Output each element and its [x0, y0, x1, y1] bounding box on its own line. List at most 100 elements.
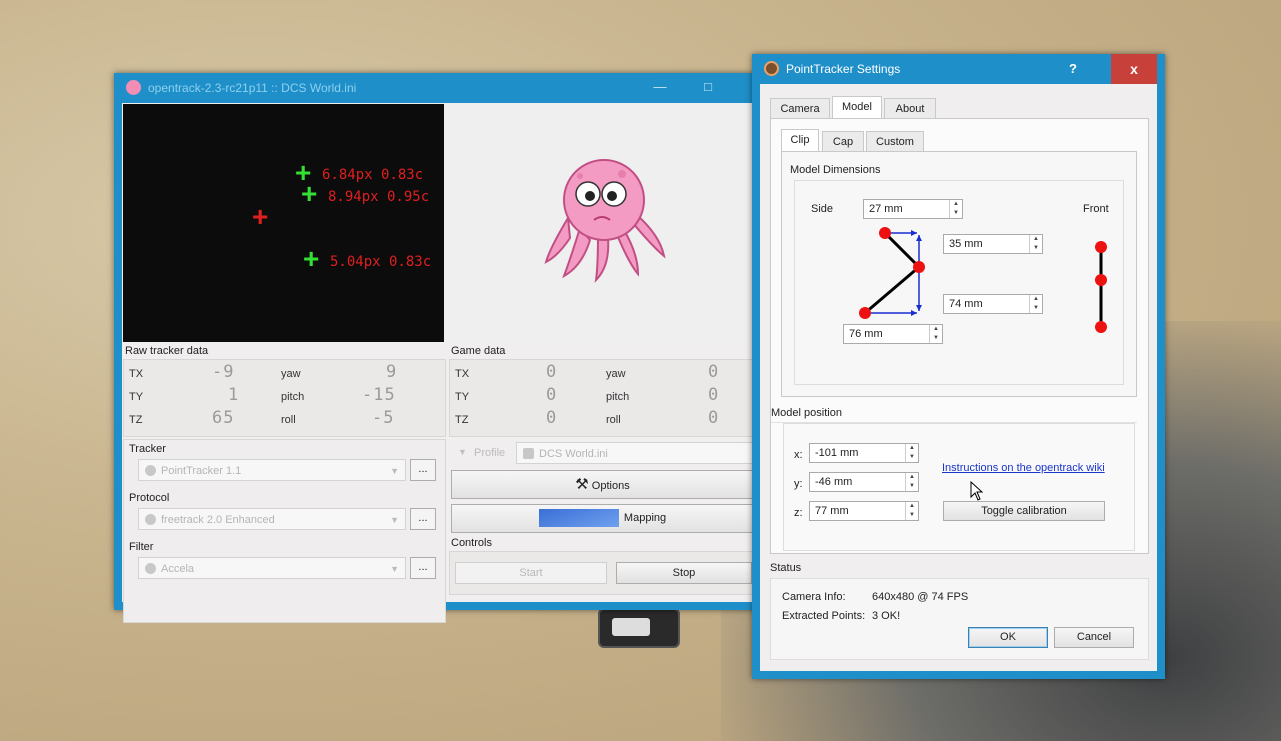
raw-tz-label: TZ — [129, 414, 143, 426]
point-label: 5.04px 0.83c — [330, 254, 432, 270]
raw-tz-value: 65 — [212, 408, 235, 428]
mapping-button-label: Mapping — [623, 512, 667, 524]
close-button[interactable]: x — [1111, 54, 1157, 84]
game-roll-label: roll — [606, 414, 621, 426]
z-label: z: — [794, 507, 803, 519]
tab-camera[interactable]: Camera — [770, 98, 830, 119]
chevron-down-icon: ▼ — [390, 466, 399, 476]
profile-combo-value: DCS World.ini — [539, 448, 608, 460]
model-tab-panel: Clip Cap Custom Model Dimensions Side Fr… — [770, 118, 1149, 554]
subtab-clip[interactable]: Clip — [781, 129, 819, 152]
dimension-bottom-spinbox[interactable]: 76 mm ▲ ▼ — [843, 324, 943, 344]
tab-model[interactable]: Model — [832, 96, 882, 119]
dimension-lower-value: 74 mm — [949, 298, 983, 310]
help-button[interactable]: ? — [1051, 54, 1095, 84]
game-data-label: Game data — [451, 345, 506, 357]
game-tz-label: TZ — [455, 414, 469, 426]
raw-roll-value: -5 — [372, 408, 395, 428]
tracker-settings-button[interactable]: ... — [410, 459, 436, 481]
model-dimensions-label: Model Dimensions — [790, 164, 881, 176]
toggle-calibration-button[interactable]: Toggle calibration — [943, 501, 1105, 521]
clip-side-diagram — [859, 227, 925, 319]
profile-dropdown-arrow-icon[interactable]: ▼ — [458, 447, 467, 457]
chevron-down-icon: ▼ — [390, 564, 399, 574]
controls-group: Start Stop — [449, 551, 756, 595]
position-z-value: 77 mm — [815, 505, 849, 517]
tracker-combo[interactable]: PointTracker 1.1 ▼ — [138, 459, 406, 481]
filter-funnel-icon — [145, 563, 156, 574]
opentrack-wiki-link[interactable]: Instructions on the opentrack wiki — [942, 462, 1105, 474]
options-button-label: Options — [591, 480, 630, 492]
ok-button[interactable]: OK — [968, 627, 1048, 648]
main-titlebar[interactable]: opentrack-2.3-rc21p11 :: DCS World.ini —… — [114, 73, 760, 103]
settings-titlebar[interactable]: PointTracker Settings ? x — [752, 54, 1165, 84]
mapping-button[interactable]: Mapping — [451, 504, 754, 533]
position-z-spinbox[interactable]: 77 mm ▲ ▼ — [809, 501, 919, 521]
position-y-spinbox[interactable]: -46 mm ▲ ▼ — [809, 472, 919, 492]
subtab-custom[interactable]: Custom — [866, 131, 924, 152]
raw-ty-value: 1 — [228, 385, 240, 405]
modules-group: Tracker PointTracker 1.1 ▼ ... Protocol … — [123, 439, 446, 623]
protocol-label: Protocol — [129, 492, 170, 504]
webcam-device — [598, 608, 680, 648]
controls-label: Controls — [451, 537, 492, 549]
pose-display — [444, 104, 754, 342]
tools-icon: ⚒ — [575, 476, 589, 493]
green-point-cross-icon: + — [303, 243, 320, 274]
subtab-cap[interactable]: Cap — [822, 131, 864, 152]
tab-about[interactable]: About — [884, 98, 936, 119]
raw-tx-value: -9 — [212, 362, 235, 382]
protocol-combo[interactable]: freetrack 2.0 Enhanced ▼ — [138, 508, 406, 530]
dimension-bottom-value: 76 mm — [849, 328, 883, 340]
game-tz-value: 0 — [546, 408, 558, 428]
clip-subtab-panel: Model Dimensions Side Front 27 mm ▲ ▼ 35 … — [781, 151, 1137, 397]
octopus-mascot-icon — [544, 159, 666, 283]
maximize-button[interactable]: □ — [694, 79, 722, 97]
game-tx-label: TX — [455, 368, 470, 380]
spin-arrows-icon: ▲ ▼ — [949, 200, 962, 218]
opentrack-main-window: opentrack-2.3-rc21p11 :: DCS World.ini —… — [114, 73, 760, 623]
protocol-settings-button[interactable]: ... — [410, 508, 436, 530]
minimize-button[interactable]: — — [646, 79, 674, 97]
stop-button[interactable]: Stop — [616, 562, 752, 584]
clip-front-diagram — [1095, 241, 1107, 333]
model-dimensions-frame: Side Front 27 mm ▲▼ 35 mm ▲▼ 74 mm ▲▼ — [794, 180, 1124, 385]
raw-tracker-data-group: TX -9 yaw 9 TY 1 pitch -15 TZ 65 roll -5 — [123, 359, 446, 437]
cancel-button[interactable]: Cancel — [1054, 627, 1134, 648]
front-label: Front — [1083, 203, 1109, 215]
options-button[interactable]: ⚒ Options — [451, 470, 754, 499]
tracker-label: Tracker — [129, 443, 166, 455]
dimension-lower-spinbox[interactable]: 74 mm ▲ ▼ — [943, 294, 1043, 314]
raw-yaw-value: 9 — [386, 362, 398, 382]
raw-yaw-label: yaw — [281, 368, 301, 380]
position-x-value: -101 mm — [815, 447, 859, 459]
dimension-upper-spinbox[interactable]: 35 mm ▲ ▼ — [943, 234, 1043, 254]
dimension-top-spinbox[interactable]: 27 mm ▲ ▼ — [863, 199, 963, 219]
green-point-cross-icon: + — [301, 178, 318, 209]
spin-arrows-icon: ▲ ▼ — [929, 325, 942, 343]
opentrack-app-icon — [764, 61, 779, 76]
settings-client-area: Camera Model About Clip Cap Custom Model… — [760, 84, 1157, 671]
game-roll-value: 0 — [708, 408, 720, 428]
document-icon — [523, 448, 534, 459]
camera-info-value: 640x480 @ 74 FPS — [872, 591, 969, 603]
game-pitch-value: 0 — [708, 385, 720, 405]
dimension-upper-value: 35 mm — [949, 238, 983, 250]
octopus-app-icon — [126, 80, 141, 95]
main-window-title: opentrack-2.3-rc21p11 :: DCS World.ini — [148, 81, 357, 95]
extracted-points-value: 3 OK! — [872, 610, 901, 622]
filter-settings-button[interactable]: ... — [410, 557, 436, 579]
game-tx-value: 0 — [546, 362, 558, 382]
filter-combo[interactable]: Accela ▼ — [138, 557, 406, 579]
start-button[interactable]: Start — [455, 562, 607, 584]
position-x-spinbox[interactable]: -101 mm ▲ ▼ — [809, 443, 919, 463]
raw-pitch-value: -15 — [362, 385, 396, 405]
profile-combo[interactable]: DCS World.ini — [516, 442, 754, 464]
red-center-cross-icon: + — [252, 201, 269, 232]
status-label: Status — [770, 562, 802, 574]
spin-arrows-icon: ▲ ▼ — [905, 473, 918, 491]
curve-graph-icon — [538, 509, 619, 528]
model-position-label: Model position — [771, 407, 842, 419]
spin-arrows-icon: ▲ ▼ — [905, 502, 918, 520]
tracker-combo-value: PointTracker 1.1 — [161, 465, 242, 477]
